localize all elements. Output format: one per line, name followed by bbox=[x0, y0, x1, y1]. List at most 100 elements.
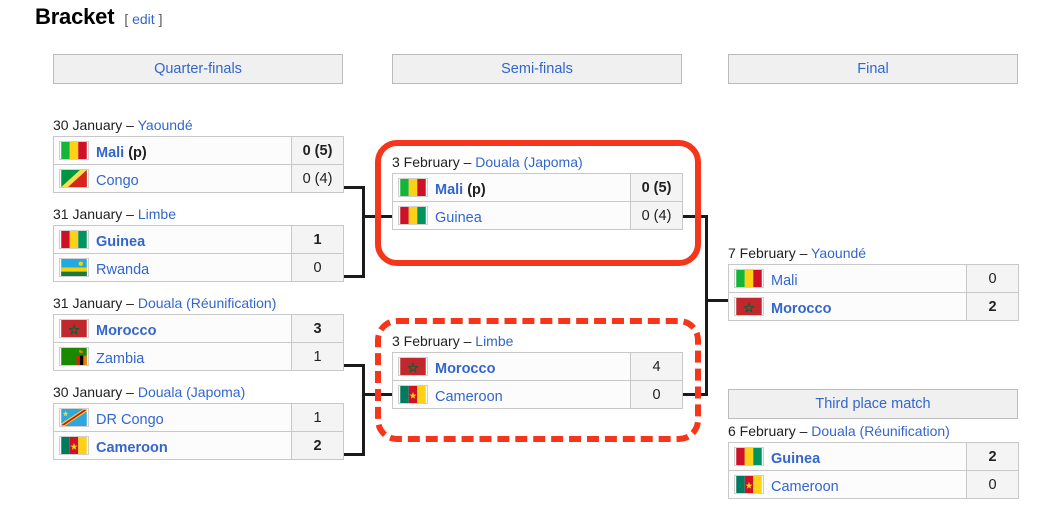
meta-dash: – bbox=[799, 423, 808, 439]
table-row: Rwanda 0 bbox=[53, 253, 344, 282]
score-away: 2 bbox=[291, 431, 344, 460]
team-name[interactable]: Guinea bbox=[771, 451, 820, 467]
score-home: 0 bbox=[966, 264, 1019, 293]
flag-morocco-icon bbox=[734, 296, 764, 316]
match-final: 7 February – Yaoundé Mali 0 Morocco 2 bbox=[728, 245, 1019, 321]
team-name[interactable]: Zambia bbox=[96, 351, 144, 367]
score-home: 4 bbox=[630, 352, 683, 381]
match-quarter-final-3: 31 January – Douala (Réunification) Moro… bbox=[53, 295, 344, 371]
table-row: Cameroon 0 bbox=[392, 380, 683, 409]
team-name[interactable]: Guinea bbox=[96, 234, 145, 250]
team-cell-home: DR Congo bbox=[53, 403, 292, 432]
match-meta: 7 February – Yaoundé bbox=[728, 245, 1019, 262]
match-venue[interactable]: Douala (Réunification) bbox=[811, 423, 950, 439]
flag-guinea-icon bbox=[734, 446, 764, 466]
team-name[interactable]: Cameroon bbox=[771, 479, 839, 495]
meta-dash: – bbox=[126, 384, 134, 400]
team-name[interactable]: Congo bbox=[96, 173, 139, 189]
team-cell-home: Guinea bbox=[53, 225, 292, 254]
match-table: Guinea 1 Rwanda 0 bbox=[53, 225, 344, 282]
score-away: 1 bbox=[291, 342, 344, 371]
score-away: 0 bbox=[291, 253, 344, 282]
match-table: Morocco 4 Cameroon 0 bbox=[392, 352, 683, 409]
meta-dash: – bbox=[126, 117, 134, 133]
team-cell-home: Mali (p) bbox=[392, 173, 631, 202]
match-venue[interactable]: Douala (Japoma) bbox=[138, 384, 245, 400]
match-venue[interactable]: Yaoundé bbox=[138, 117, 193, 133]
table-row: DR Congo 1 bbox=[53, 403, 344, 432]
match-venue[interactable]: Limbe bbox=[475, 333, 513, 349]
score-home: 1 bbox=[291, 403, 344, 432]
match-semi-final-2: 3 February – Limbe Morocco 4 Cameroon 0 bbox=[392, 333, 683, 409]
match-table: Mali (p) 0 (5) Congo 0 (4) bbox=[53, 136, 344, 193]
team-cell-away: Cameroon bbox=[392, 380, 631, 409]
table-row: Morocco 4 bbox=[392, 352, 683, 381]
match-date: 31 January bbox=[53, 295, 123, 311]
team-name[interactable]: Morocco bbox=[771, 301, 831, 317]
round-header-third-place[interactable]: Third place match bbox=[728, 389, 1018, 419]
match-venue[interactable]: Douala (Réunification) bbox=[138, 295, 277, 311]
flag-dr-congo-icon bbox=[59, 407, 89, 427]
page-heading: Bracket [ edit ] bbox=[35, 4, 162, 30]
team-cell-away: Morocco bbox=[728, 292, 967, 321]
match-table: Morocco 3 Zambia 1 bbox=[53, 314, 344, 371]
flag-guinea-icon bbox=[398, 205, 428, 225]
score-away: 0 (4) bbox=[291, 164, 344, 193]
table-row: Mali (p) 0 (5) bbox=[53, 136, 344, 165]
match-date: 6 February bbox=[728, 423, 796, 439]
team-cell-home: Mali bbox=[728, 264, 967, 293]
match-venue[interactable]: Douala (Japoma) bbox=[475, 154, 582, 170]
match-third-place: 6 February – Douala (Réunification) Guin… bbox=[728, 423, 1019, 499]
team-suffix: (p) bbox=[124, 144, 147, 161]
edit-link[interactable]: edit bbox=[132, 11, 155, 27]
score-home: 1 bbox=[291, 225, 344, 254]
match-date: 30 January bbox=[53, 384, 123, 400]
match-quarter-final-4: 30 January – Douala (Japoma) DR Congo 1 … bbox=[53, 384, 344, 460]
match-quarter-final-1: 30 January – Yaoundé Mali (p) 0 (5) Cong… bbox=[53, 117, 344, 193]
team-name[interactable]: Guinea bbox=[435, 210, 482, 226]
flag-cameroon-icon bbox=[59, 435, 89, 455]
bracket-open: [ bbox=[124, 11, 129, 27]
match-table: DR Congo 1 Cameroon 2 bbox=[53, 403, 344, 460]
team-name[interactable]: DR Congo bbox=[96, 412, 164, 428]
team-name[interactable]: Morocco bbox=[435, 361, 495, 377]
flag-cameroon-icon bbox=[398, 384, 428, 404]
team-name[interactable]: Cameroon bbox=[435, 389, 503, 405]
table-row: Guinea 1 bbox=[53, 225, 344, 254]
connector-sf2-in bbox=[362, 393, 392, 396]
table-row: Guinea 2 bbox=[728, 442, 1019, 471]
score-away: 0 bbox=[630, 380, 683, 409]
flag-zambia-icon bbox=[59, 346, 89, 366]
match-venue[interactable]: Yaoundé bbox=[811, 245, 866, 261]
match-venue[interactable]: Limbe bbox=[138, 206, 176, 222]
round-header-quarter-finals[interactable]: Quarter-finals bbox=[53, 54, 343, 84]
team-name[interactable]: Mali bbox=[771, 273, 798, 289]
round-header-semi-finals[interactable]: Semi-finals bbox=[392, 54, 682, 84]
match-date: 7 February bbox=[728, 245, 796, 261]
connector-sf1-in bbox=[362, 215, 392, 218]
match-meta: 6 February – Douala (Réunification) bbox=[728, 423, 1019, 440]
score-away: 0 (4) bbox=[630, 201, 683, 230]
team-name[interactable]: Cameroon bbox=[96, 440, 168, 456]
meta-dash: – bbox=[126, 206, 134, 222]
round-header-final[interactable]: Final bbox=[728, 54, 1018, 84]
team-name[interactable]: Mali bbox=[96, 145, 124, 161]
team-name[interactable]: Morocco bbox=[96, 323, 156, 339]
table-row: Congo 0 (4) bbox=[53, 164, 344, 193]
meta-dash: – bbox=[799, 245, 808, 261]
match-date: 3 February bbox=[392, 154, 460, 170]
score-home: 3 bbox=[291, 314, 344, 343]
team-name[interactable]: Rwanda bbox=[96, 262, 149, 278]
flag-congo-icon bbox=[59, 168, 89, 188]
team-cell-away: Cameroon bbox=[53, 431, 292, 460]
team-suffix: (p) bbox=[463, 181, 486, 198]
team-cell-home: Morocco bbox=[53, 314, 292, 343]
team-cell-home: Mali (p) bbox=[53, 136, 292, 165]
flag-morocco-icon bbox=[398, 356, 428, 376]
team-name[interactable]: Mali bbox=[435, 182, 463, 198]
meta-dash: – bbox=[126, 295, 134, 311]
connector-sf1-join bbox=[362, 186, 365, 278]
match-meta: 30 January – Douala (Japoma) bbox=[53, 384, 344, 401]
match-date: 30 January bbox=[53, 117, 123, 133]
flag-guinea-icon bbox=[59, 229, 89, 249]
